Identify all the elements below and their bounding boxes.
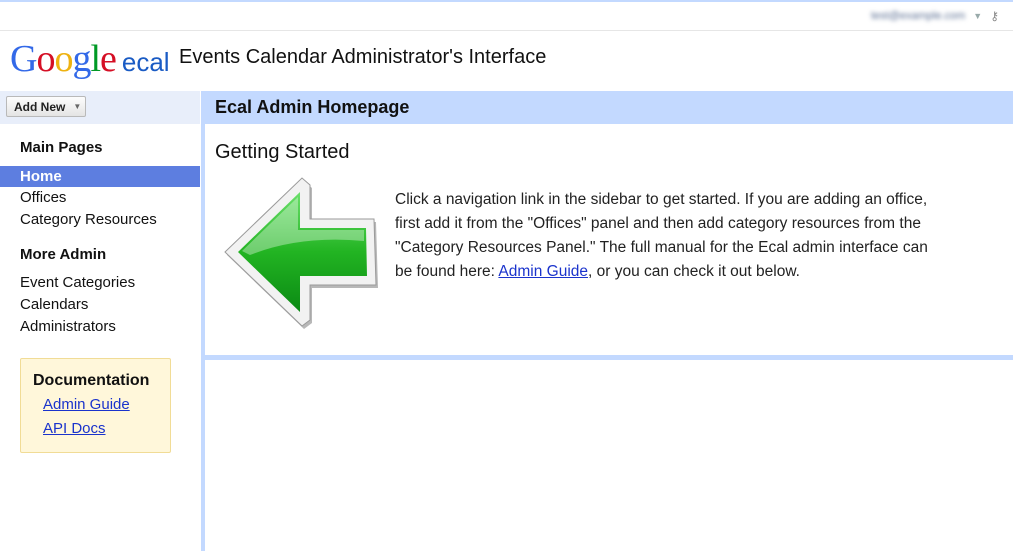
panel-title: Getting Started [215,141,350,163]
add-new-button[interactable]: Add New ▼ [6,96,86,117]
intro-text: Click a navigation link in the sidebar t… [395,188,940,284]
key-icon[interactable]: ⚷ [990,9,999,23]
sidebar: Add New ▼ Main Pages Home Offices Catego… [0,91,200,551]
app-title: Events Calendar Administrator's Interfac… [179,46,547,68]
user-email[interactable]: test@example.com [871,10,965,22]
api-docs-link[interactable]: API Docs [43,420,106,437]
header-divider [0,30,1013,31]
google-logo-text: Google [10,38,117,80]
app-logo[interactable]: Google ecal [10,37,170,81]
sidebar-item-offices[interactable]: Offices [20,189,66,206]
chevron-down-icon: ▼ [73,102,82,111]
product-name: ecal [121,47,170,77]
documentation-heading: Documentation [33,372,150,389]
main-pages-heading: Main Pages [20,139,103,156]
admin-guide-link[interactable]: Admin Guide [43,396,130,413]
sidebar-item-administrators[interactable]: Administrators [20,318,116,335]
page-title: Ecal Admin Homepage [205,91,1013,124]
main-left-border [201,91,205,551]
admin-guide-inline-link[interactable]: Admin Guide [498,263,588,280]
more-admin-heading: More Admin [20,246,107,263]
account-chevron-down-icon[interactable]: ▼ [973,11,982,21]
sidebar-item-home[interactable]: Home [0,166,200,187]
green-left-arrow-icon [220,175,380,335]
add-new-bar: Add New ▼ [0,91,200,124]
sidebar-item-calendars[interactable]: Calendars [20,296,88,313]
add-new-label: Add New [14,99,66,114]
user-bar: test@example.com ▼ ⚷ [871,9,999,23]
sidebar-item-event-categories[interactable]: Event Categories [20,274,135,291]
panel-divider [205,355,1013,360]
top-accent-line [0,0,1013,2]
documentation-box: Documentation Admin Guide API Docs [20,358,171,453]
intro-text-part2: , or you can check it out below. [588,263,800,280]
sidebar-item-category-resources[interactable]: Category Resources [20,211,157,228]
